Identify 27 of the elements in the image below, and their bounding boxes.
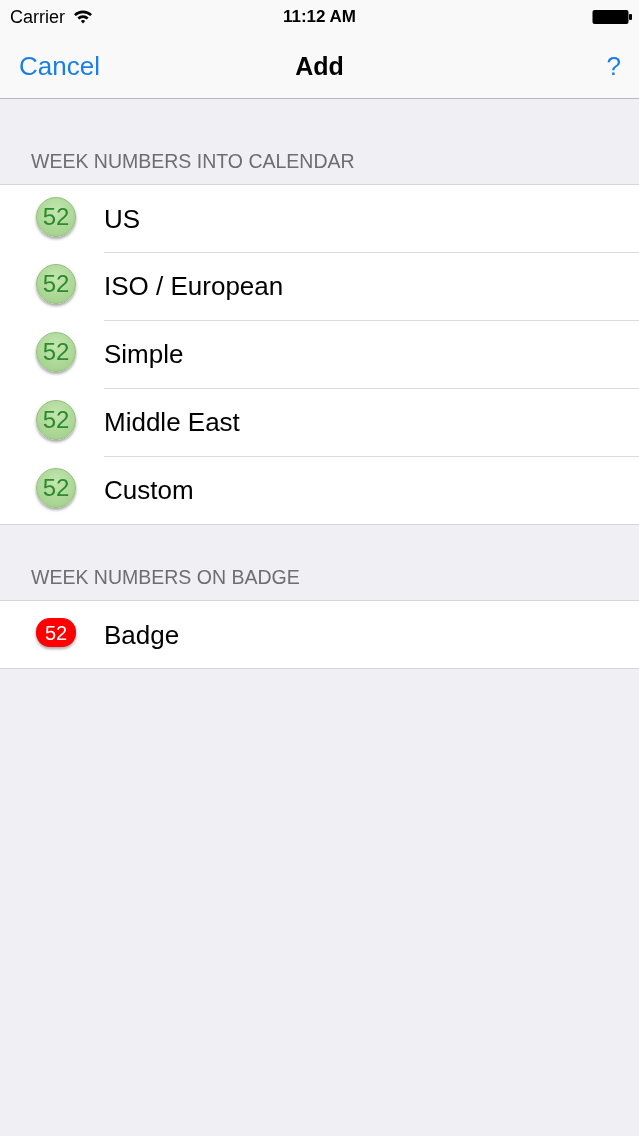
week-number-badge: 52 (36, 196, 76, 237)
row-label: Badge (104, 618, 180, 651)
cancel-button[interactable]: Cancel (19, 49, 100, 82)
week-number-badge: 52 (36, 332, 76, 372)
battery-icon (592, 8, 632, 25)
row-label: US (104, 202, 141, 235)
week-number-badge: 52 (36, 400, 76, 440)
list-row[interactable]: 52 Simple (0, 320, 639, 388)
nav-title: Add (295, 50, 344, 82)
wifi-icon (73, 9, 93, 24)
status-time: 11:12 AM (282, 5, 357, 28)
list-row[interactable]: 52 US (0, 185, 639, 252)
list-row[interactable]: 52 Badge (0, 601, 639, 668)
row-label: ISO / European (104, 270, 284, 302)
week-number-badge: 52 (36, 468, 76, 508)
list-row[interactable]: 52 Custom (0, 456, 639, 524)
list-row[interactable]: 52 Middle East (0, 388, 639, 456)
week-number-badge: 52 (36, 264, 76, 304)
badge-count: 52 (36, 618, 76, 647)
row-label: Middle East (104, 406, 240, 438)
row-label: Custom (104, 474, 194, 506)
section-header: WEEK NUMBERS ON BADGE (31, 565, 300, 589)
list-row[interactable]: 52 ISO / European (0, 252, 639, 320)
carrier-label: Carrier (10, 5, 65, 28)
help-button[interactable]: ? (606, 49, 621, 82)
row-label: Simple (104, 338, 184, 370)
section-header: WEEK NUMBERS INTO CALENDAR (31, 149, 355, 173)
